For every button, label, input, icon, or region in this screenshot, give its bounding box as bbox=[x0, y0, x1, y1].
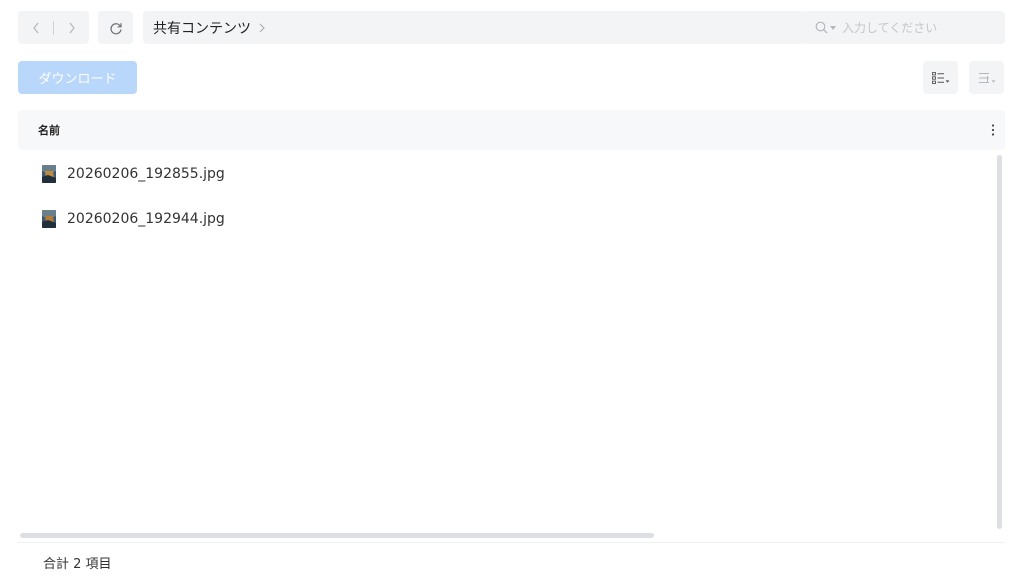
image-thumbnail-icon bbox=[42, 210, 56, 228]
caret-down-icon bbox=[830, 25, 836, 30]
refresh-icon bbox=[110, 22, 122, 34]
column-header-name[interactable]: 名前 bbox=[38, 122, 60, 138]
sort-icon bbox=[978, 72, 995, 83]
search-box bbox=[804, 11, 1005, 44]
breadcrumb-separator[interactable] bbox=[259, 23, 265, 33]
table-header: 名前 bbox=[18, 110, 1005, 150]
search-icon bbox=[815, 21, 828, 34]
image-thumbnail-icon bbox=[42, 165, 56, 183]
horizontal-scrollbar[interactable] bbox=[20, 533, 654, 538]
search-scope-button[interactable] bbox=[815, 21, 836, 34]
breadcrumb-item-shared-content[interactable]: 共有コンテンツ bbox=[153, 18, 251, 38]
breadcrumb: 共有コンテンツ bbox=[143, 11, 806, 44]
file-name: 20260206_192944.jpg bbox=[67, 211, 225, 227]
table-row[interactable]: 20260206_192944.jpg bbox=[18, 202, 988, 236]
refresh-button[interactable] bbox=[98, 11, 133, 44]
list-view-button[interactable] bbox=[923, 61, 958, 94]
list-view-icon bbox=[931, 71, 949, 84]
vertical-dots-icon bbox=[991, 124, 995, 136]
history-nav bbox=[18, 11, 89, 44]
chevron-right-icon bbox=[69, 22, 75, 33]
item-count: 合計 2 項目 bbox=[43, 557, 112, 572]
back-button[interactable] bbox=[18, 11, 53, 44]
sort-button[interactable] bbox=[969, 61, 1004, 94]
download-button[interactable]: ダウンロード bbox=[18, 61, 137, 94]
search-input[interactable] bbox=[842, 20, 972, 35]
table-row[interactable]: 20260206_192855.jpg bbox=[18, 157, 988, 191]
top-toolbar: 共有コンテンツ bbox=[18, 11, 1005, 44]
footer-divider bbox=[18, 542, 1005, 543]
column-menu-button[interactable] bbox=[988, 122, 998, 138]
forward-button[interactable] bbox=[54, 11, 89, 44]
chevron-left-icon bbox=[32, 22, 38, 33]
vertical-scrollbar[interactable] bbox=[997, 155, 1002, 529]
chevron-right-icon bbox=[259, 23, 265, 32]
file-name: 20260206_192855.jpg bbox=[67, 166, 225, 182]
